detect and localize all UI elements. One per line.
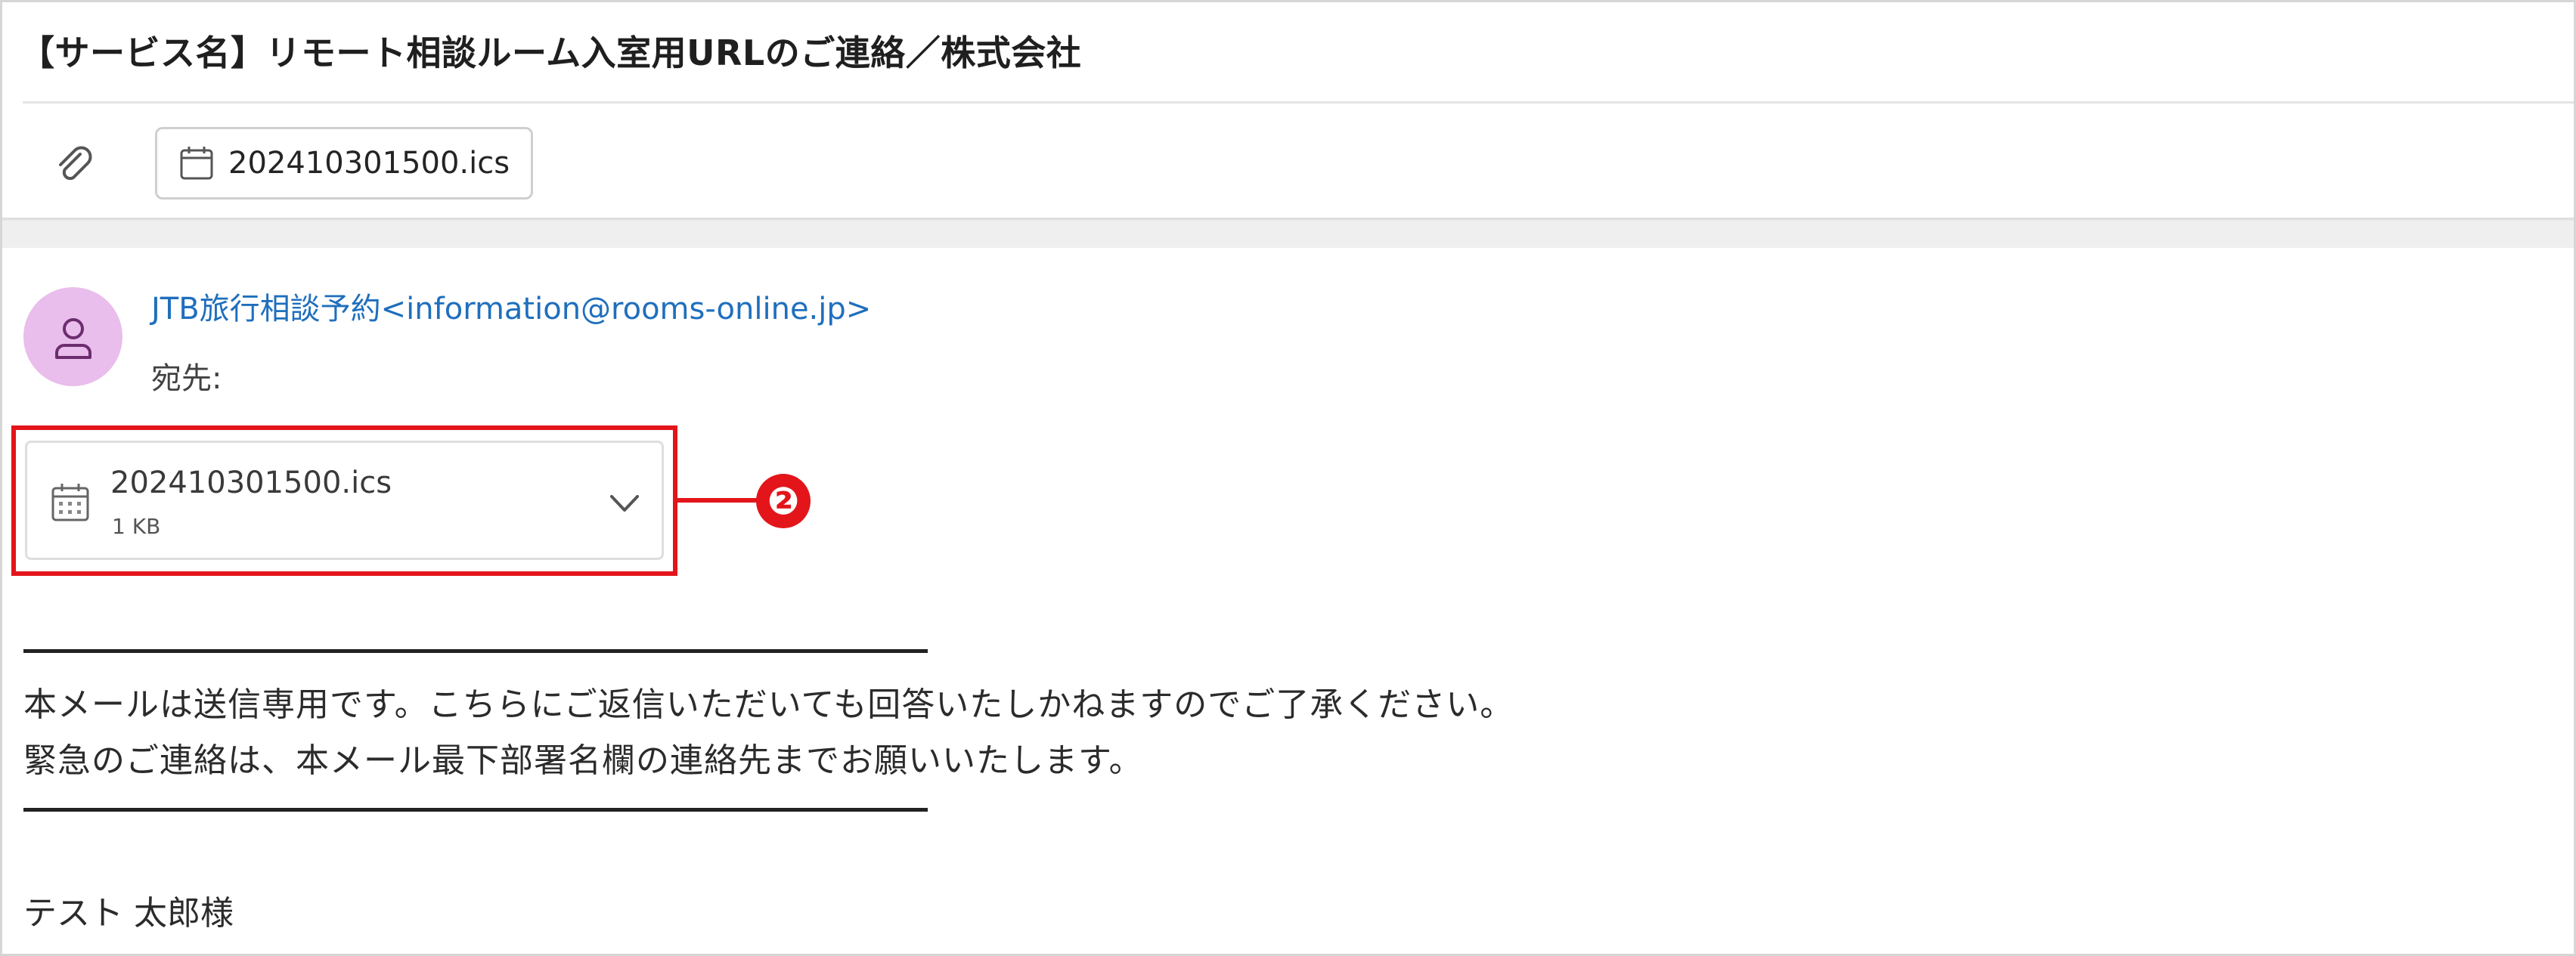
body-rule-top xyxy=(23,649,928,653)
avatar[interactable] xyxy=(23,287,122,386)
section-separator xyxy=(2,221,2574,248)
header-attachment-chip[interactable]: 202410301500.ics xyxy=(155,127,533,200)
callout-number-badge: ❷ xyxy=(756,474,811,528)
body-line-contact: 緊急のご連絡は、本メール最下部署名欄の連絡先までお願いいたします。 xyxy=(23,741,1143,780)
sender-address[interactable]: JTB旅行相談予約<information@rooms-online.jp> xyxy=(151,284,871,328)
to-label: 宛先: xyxy=(151,361,222,396)
body-greeting: テスト 太郎様 xyxy=(23,894,234,933)
chevron-down-icon[interactable] xyxy=(606,484,643,522)
calendar-icon xyxy=(180,147,213,180)
callout-number: ❷ xyxy=(767,479,800,523)
calendar-icon xyxy=(51,484,89,521)
body-line-notice: 本メールは送信専用です。こちらにご返信いただいても回答いたしかねますのでご了承く… xyxy=(23,685,1514,724)
attachment-filename: 202410301500.ics xyxy=(110,466,392,500)
person-icon xyxy=(54,317,91,359)
body-rule-bottom xyxy=(23,808,928,812)
paperclip-icon[interactable] xyxy=(56,144,95,186)
attachment-filesize: 1 KB xyxy=(112,514,161,539)
callout-connector xyxy=(677,498,759,503)
header-divider xyxy=(23,101,2574,104)
header-attachment-label: 202410301500.ics xyxy=(228,146,510,181)
email-subject: 【サービス名】リモート相談ルーム入室用URLのご連絡／株式会社 xyxy=(20,32,1082,73)
attachment-card[interactable]: 202410301500.ics 1 KB xyxy=(25,441,664,560)
